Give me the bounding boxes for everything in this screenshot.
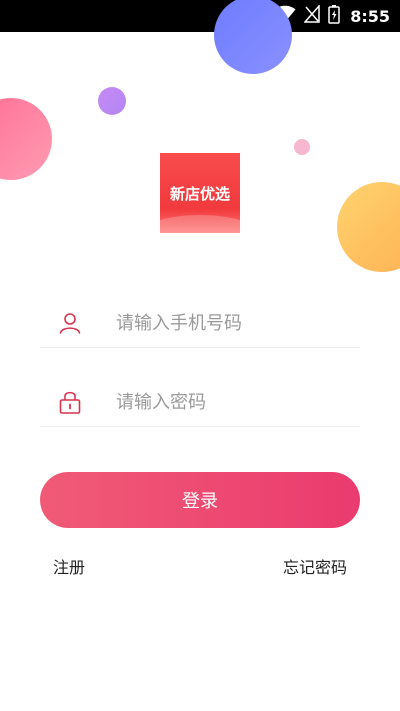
status-icons: 8:55 [274,0,390,32]
status-bar: 8:55 [0,0,400,32]
logo-text: 新店优选 [169,185,230,203]
password-input-row [40,378,360,427]
user-icon [58,311,82,335]
decorative-bubble-pink-large [0,98,52,180]
app-logo: 新店优选 [160,153,240,233]
login-button[interactable]: 登录 [40,472,360,528]
password-input[interactable] [114,390,338,414]
decorative-bubble-orange [337,182,400,272]
forgot-password-link[interactable]: 忘记密码 [283,554,347,578]
decorative-bubble-pink-small [294,139,310,155]
logo-wave [160,215,240,233]
lock-icon [58,390,82,414]
register-link[interactable]: 注册 [53,554,85,578]
sim-signal-icon [303,4,320,27]
login-screen: 8:55 新店优选 登录 注册 忘 [0,0,400,711]
status-time: 8:55 [350,6,390,26]
decorative-bubble-purple [98,87,126,115]
phone-input-row [40,299,360,348]
decorative-bubble-blue [214,0,292,74]
battery-icon [328,4,340,28]
phone-input[interactable] [114,311,338,335]
